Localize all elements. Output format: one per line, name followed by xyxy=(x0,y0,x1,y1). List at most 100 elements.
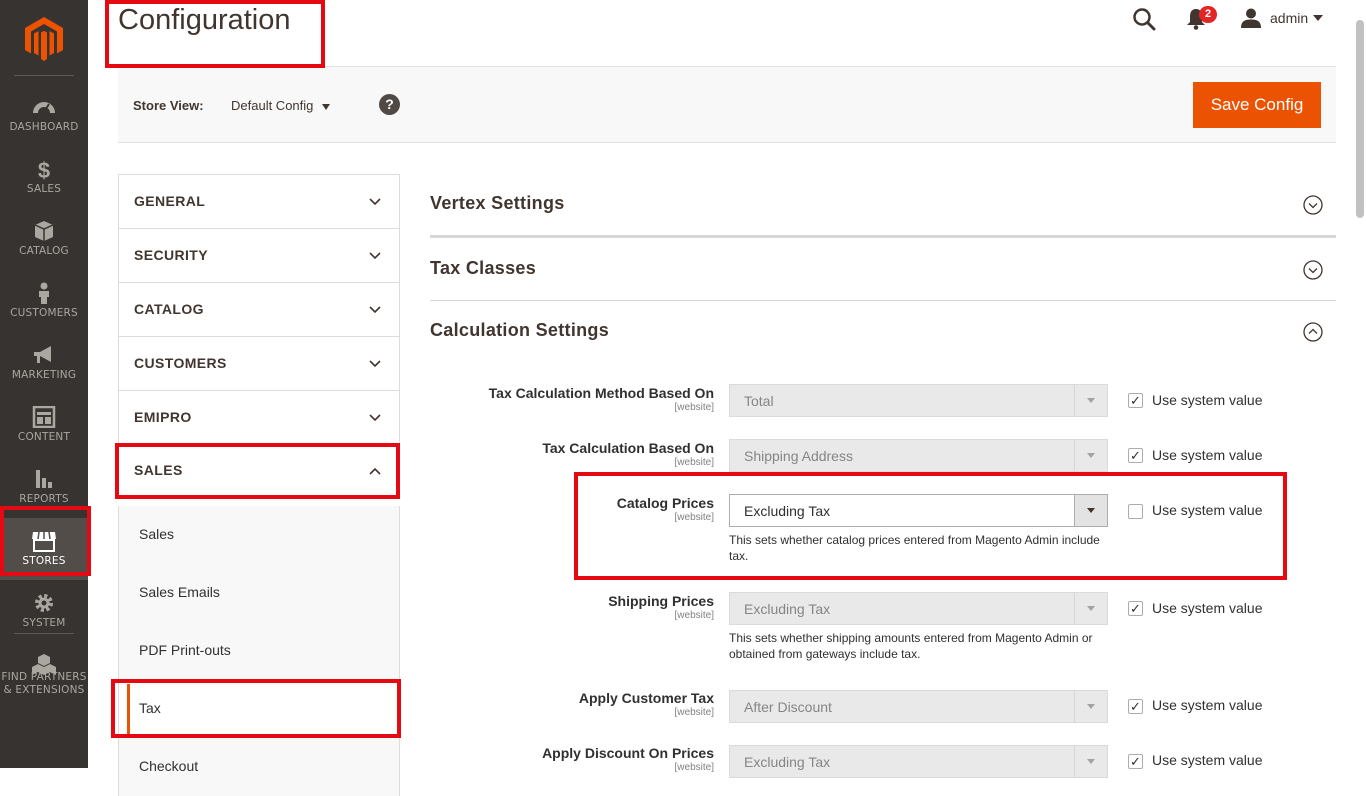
field-note: This sets whether shipping amounts enter… xyxy=(729,631,1093,661)
tab-item-label: PDF Print-outs xyxy=(139,642,231,658)
tab-item-sales[interactable]: Sales xyxy=(118,506,400,564)
select-value: Shipping Address xyxy=(744,448,853,464)
checkmark-icon: ✓ xyxy=(1130,754,1141,769)
apply-discount-on-prices-select[interactable]: Excluding Tax xyxy=(729,745,1108,778)
menu-item-customers[interactable]: CUSTOMERS xyxy=(0,270,88,332)
store-scope-bar: Store View: Default Config ? Save Config xyxy=(118,67,1336,143)
shipping-prices-select[interactable]: Excluding Tax xyxy=(729,592,1108,625)
gear-icon xyxy=(35,594,53,612)
active-indicator xyxy=(127,684,130,734)
select-toggle xyxy=(1074,495,1107,526)
menu-item-label: REPORTS xyxy=(19,493,69,505)
section-tax-classes[interactable]: Tax Classes xyxy=(430,239,1336,301)
store-icon xyxy=(32,531,56,552)
use-system-value-checkbox[interactable]: ✓ xyxy=(1128,754,1143,769)
tab-item-pdf-print-outs[interactable]: PDF Print-outs xyxy=(118,622,400,680)
field-label: Tax Calculation Based On xyxy=(542,440,714,456)
store-view-switcher[interactable]: Default Config xyxy=(231,98,313,113)
chevron-down-icon xyxy=(369,306,381,314)
help-icon[interactable]: ? xyxy=(379,94,400,115)
field-scope: [website] xyxy=(674,707,714,718)
search-icon[interactable] xyxy=(1131,6,1157,32)
chevron-down-icon[interactable] xyxy=(322,104,330,110)
menu-item-sales[interactable]: $ SALES xyxy=(0,146,88,208)
checkmark-icon: ✓ xyxy=(1130,601,1141,616)
menu-item-marketing[interactable]: MARKETING xyxy=(0,332,88,394)
tab-sales[interactable]: SALES xyxy=(118,444,400,498)
menu-item-label: CATALOG xyxy=(19,245,69,257)
tab-label: GENERAL xyxy=(134,193,206,209)
user-icon[interactable] xyxy=(1241,8,1261,28)
field-label: Tax Calculation Method Based On xyxy=(488,385,714,401)
tab-general[interactable]: GENERAL xyxy=(118,174,400,228)
page-scrollbar[interactable] xyxy=(1356,20,1364,218)
select-value: Excluding Tax xyxy=(744,503,831,519)
menu-item-label: MARKETING xyxy=(11,369,77,381)
tab-catalog[interactable]: CATALOG xyxy=(118,282,400,336)
bar-chart-icon xyxy=(36,470,52,488)
menu-item-reports[interactable]: REPORTS xyxy=(0,456,88,518)
tab-security[interactable]: SECURITY xyxy=(118,228,400,282)
checkmark-icon: ✓ xyxy=(1130,448,1141,463)
catalog-prices-select[interactable]: Excluding Tax xyxy=(729,494,1108,527)
notification-count-badge[interactable]: 2 xyxy=(1199,6,1217,23)
menu-item-label: CONTENT xyxy=(17,431,71,443)
use-system-value-label[interactable]: Use system value xyxy=(1152,392,1262,408)
tab-item-sales-emails[interactable]: Sales Emails xyxy=(118,564,400,622)
use-system-value-checkbox[interactable]: ✓ xyxy=(1128,448,1143,463)
admin-menu: DASHBOARD $ SALES CATALOG CUSTOMERS MARK… xyxy=(0,0,88,768)
tab-label: SECURITY xyxy=(134,247,208,263)
tab-label: SALES xyxy=(134,462,183,478)
tab-item-label: Sales xyxy=(139,526,175,542)
tab-item-tax[interactable]: Tax xyxy=(118,680,400,738)
use-system-value-label[interactable]: Use system value xyxy=(1152,447,1262,463)
menu-item-stores[interactable]: STORES xyxy=(0,518,88,580)
menu-item-content[interactable]: CONTENT xyxy=(0,394,88,456)
menu-item-dashboard[interactable]: DASHBOARD xyxy=(0,84,88,146)
select-toggle xyxy=(1074,593,1107,624)
chevron-down-icon[interactable] xyxy=(1313,15,1323,21)
chevron-down-icon xyxy=(1087,398,1095,403)
admin-user-name[interactable]: admin xyxy=(1270,10,1308,26)
tab-emipro[interactable]: EMIPRO xyxy=(118,390,400,444)
menu-divider xyxy=(14,633,74,634)
tax-calculation-method-select[interactable]: Total xyxy=(729,384,1108,417)
section-calculation-settings[interactable]: Calculation Settings xyxy=(430,301,1336,363)
select-value: Total xyxy=(744,393,774,409)
tax-calculation-based-on-select[interactable]: Shipping Address xyxy=(729,439,1108,472)
menu-item-find-partners[interactable]: FIND PARTNERS & EXTENSIONS xyxy=(0,642,88,702)
use-system-value-checkbox[interactable]: ✓ xyxy=(1128,393,1143,408)
section-divider xyxy=(430,235,1336,238)
save-config-button[interactable]: Save Config xyxy=(1193,82,1321,128)
field-label: Catalog Prices xyxy=(616,495,714,511)
menu-item-catalog[interactable]: CATALOG xyxy=(0,208,88,270)
section-vertex-settings[interactable]: Vertex Settings xyxy=(430,174,1336,236)
page-title: Configuration xyxy=(118,4,291,36)
menu-item-label: DASHBOARD xyxy=(9,121,79,133)
chevron-down-icon xyxy=(369,414,381,422)
field-note: This sets whether catalog prices entered… xyxy=(729,533,1100,563)
menu-item-label: SALES xyxy=(26,183,62,195)
tab-item-label: Sales Emails xyxy=(139,584,220,600)
tab-item-checkout[interactable]: Checkout xyxy=(118,738,400,796)
select-toggle xyxy=(1074,746,1107,777)
use-system-value-checkbox[interactable] xyxy=(1128,504,1143,519)
select-value: Excluding Tax xyxy=(744,601,831,617)
chevron-up-icon xyxy=(369,467,381,475)
use-system-value-checkbox[interactable]: ✓ xyxy=(1128,699,1143,714)
config-tabs: GENERAL SECURITY CATALOG CUSTOMERS EMIPR… xyxy=(118,174,400,796)
use-system-value-label[interactable]: Use system value xyxy=(1152,502,1262,518)
magento-logo-icon[interactable] xyxy=(25,17,63,61)
chevron-down-icon xyxy=(1087,704,1095,709)
expand-circle-icon xyxy=(1303,260,1323,280)
use-system-value-label[interactable]: Use system value xyxy=(1152,697,1262,713)
tab-customers[interactable]: CUSTOMERS xyxy=(118,336,400,390)
use-system-value-label[interactable]: Use system value xyxy=(1152,600,1262,616)
field-scope: [website] xyxy=(674,457,714,468)
apply-customer-tax-select[interactable]: After Discount xyxy=(729,690,1108,723)
menu-item-label-line2: & EXTENSIONS xyxy=(3,684,85,696)
use-system-value-checkbox[interactable]: ✓ xyxy=(1128,601,1143,616)
menu-item-label: CUSTOMERS xyxy=(10,307,78,319)
use-system-value-label[interactable]: Use system value xyxy=(1152,752,1262,768)
chevron-down-icon xyxy=(1087,508,1095,513)
